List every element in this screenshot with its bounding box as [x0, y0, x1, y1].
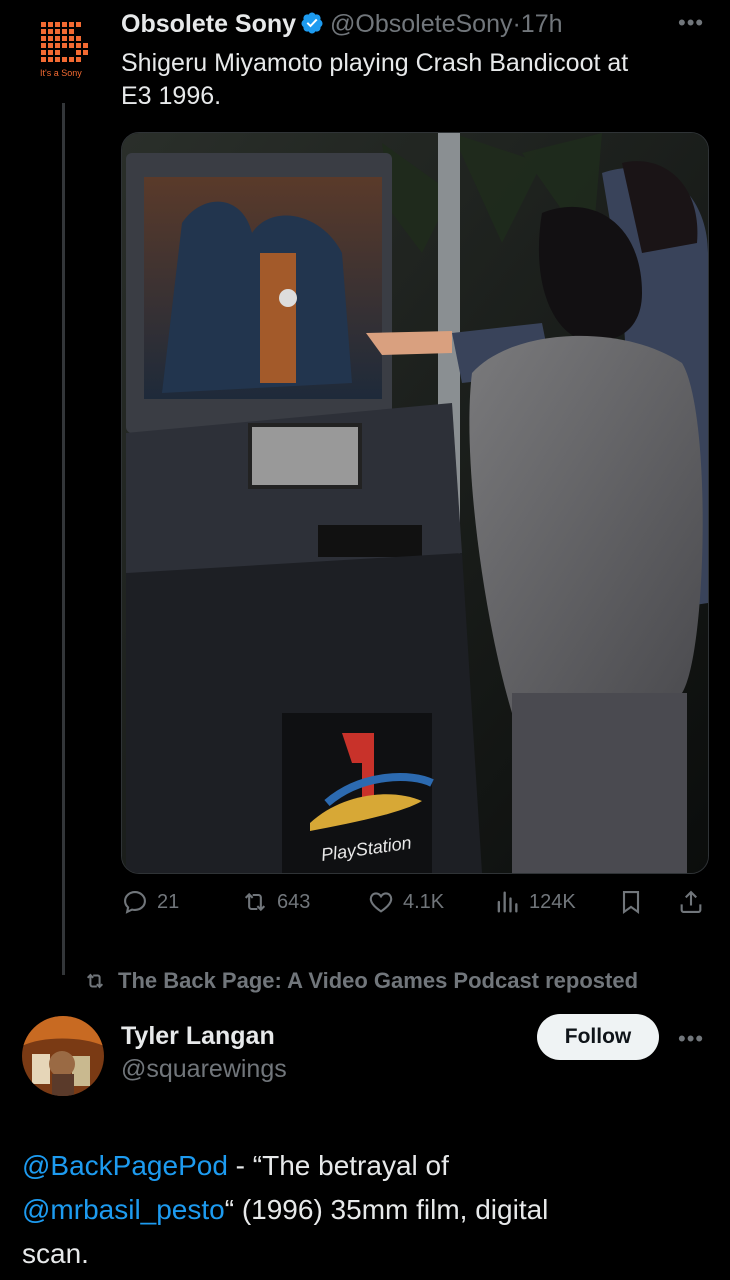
author-name[interactable]: Tyler Langan [121, 1022, 287, 1051]
share-icon [680, 890, 702, 913]
avatar-tagline: It's a Sony [40, 68, 82, 78]
separator: · [512, 10, 521, 38]
post-text-part: “ (1996) 35mm film, digital [224, 1194, 549, 1225]
share-button[interactable] [677, 888, 705, 916]
timestamp[interactable]: 17h [521, 10, 563, 38]
e3-photo-illustration: PlayStation [122, 133, 708, 873]
mention-link[interactable]: @BackPagePod [22, 1150, 228, 1181]
views-button[interactable]: 124K [493, 888, 576, 916]
like-count: 4.1K [403, 890, 445, 913]
like-button[interactable]: 4.1K [367, 888, 444, 916]
post2-text: @BackPagePod - “The betrayal of @mrbasil… [22, 1144, 702, 1276]
reply-icon [124, 891, 146, 914]
verified-badge-icon [301, 12, 323, 34]
post-text-part: - “The betrayal of [227, 1150, 449, 1181]
views-icon [497, 891, 518, 913]
mention-link[interactable]: @mrbasil_pesto [22, 1194, 225, 1225]
like-icon [369, 892, 393, 913]
post-image[interactable]: PlayStation [121, 132, 709, 874]
reply-count: 21 [157, 890, 180, 913]
repost-button[interactable]: 643 [241, 888, 310, 916]
post-text-part: scan. [22, 1238, 89, 1269]
bookmark-icon [622, 891, 640, 914]
action-bar: 21 643 4.1K 124K [121, 888, 711, 922]
repost-icon [86, 973, 104, 989]
author-name[interactable]: Obsolete Sony [121, 10, 296, 38]
post-text-line: Shigeru Miyamoto playing Crash Bandicoot… [121, 49, 629, 77]
post-text: Shigeru Miyamoto playing Crash Bandicoot… [121, 47, 711, 113]
post-text-line: E3 1996. [121, 82, 222, 110]
repost-note-text: The Back Page: A Video Games Podcast rep… [118, 968, 639, 993]
repost-note[interactable]: The Back Page: A Video Games Podcast rep… [82, 968, 638, 994]
sony-logo-icon [41, 22, 88, 62]
more-icon[interactable]: ••• [678, 10, 704, 36]
reply-button[interactable]: 21 [121, 888, 179, 916]
more-icon[interactable]: ••• [678, 1026, 704, 1052]
views-count: 124K [529, 890, 576, 913]
thread-line [62, 103, 65, 975]
author-handle[interactable]: @ObsoleteSony [330, 10, 512, 38]
bookmark-button[interactable] [617, 888, 645, 916]
follow-button[interactable]: Follow [537, 1014, 659, 1060]
post2-header: Tyler Langan @squarewings [121, 1022, 287, 1084]
profile-photo-icon [22, 1016, 104, 1096]
repost-count: 643 [277, 890, 311, 913]
author-handle[interactable]: @squarewings [121, 1055, 287, 1084]
obsolete-sony-avatar[interactable]: It's a Sony [38, 20, 92, 80]
post-header: Obsolete Sony @ObsoleteSony·17h [121, 10, 563, 39]
tyler-langan-avatar[interactable] [22, 1016, 104, 1096]
repost-icon [244, 892, 266, 912]
